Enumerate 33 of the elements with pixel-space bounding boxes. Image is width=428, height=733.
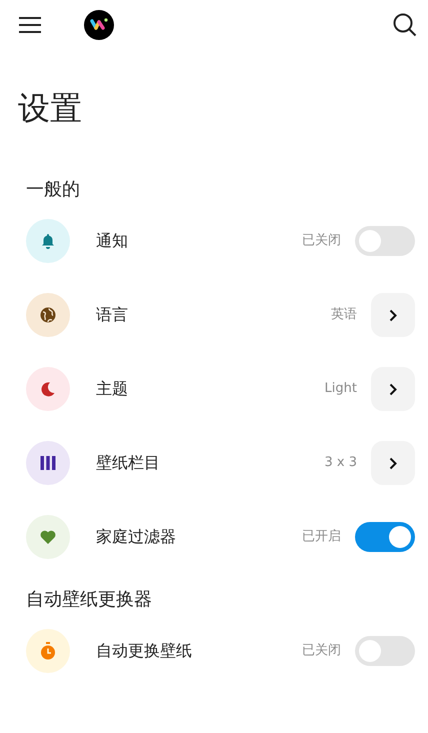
setting-label: 通知 bbox=[96, 230, 129, 252]
bell-icon bbox=[41, 233, 55, 249]
chevron-button[interactable] bbox=[371, 441, 415, 485]
setting-value: 已开启 bbox=[302, 528, 341, 546]
setting-value: 已关闭 bbox=[302, 232, 341, 250]
chevron-button[interactable] bbox=[371, 293, 415, 337]
toggle-switch[interactable] bbox=[355, 522, 415, 552]
moon-icon bbox=[40, 381, 56, 397]
chevron-right-icon bbox=[389, 456, 397, 470]
setting-value: 已关闭 bbox=[302, 642, 341, 660]
setting-value: Light bbox=[324, 380, 357, 398]
chevron-button[interactable] bbox=[371, 367, 415, 411]
columns-icon bbox=[40, 456, 56, 470]
search-icon[interactable] bbox=[392, 12, 418, 38]
setting-label: 壁纸栏目 bbox=[96, 452, 161, 474]
section-heading: 一般的 bbox=[26, 178, 81, 202]
stopwatch-icon bbox=[40, 642, 56, 660]
setting-label: 主题 bbox=[96, 378, 129, 400]
setting-label: 语言 bbox=[96, 304, 129, 326]
section-heading: 自动壁纸更换器 bbox=[26, 588, 153, 612]
page-title: 设置 bbox=[18, 88, 83, 129]
setting-value: 英语 bbox=[331, 306, 357, 324]
setting-label: 家庭过滤器 bbox=[96, 526, 177, 548]
heart-icon bbox=[40, 530, 56, 544]
setting-label: 自动更换壁纸 bbox=[96, 640, 193, 662]
chevron-right-icon bbox=[389, 308, 397, 322]
chevron-right-icon bbox=[389, 382, 397, 396]
toggle-switch[interactable] bbox=[355, 226, 415, 256]
app-logo bbox=[84, 10, 114, 40]
toggle-switch[interactable] bbox=[355, 636, 415, 666]
menu-icon[interactable] bbox=[18, 15, 42, 35]
setting-value: 3 x 3 bbox=[324, 454, 357, 472]
globe-icon bbox=[40, 307, 56, 323]
